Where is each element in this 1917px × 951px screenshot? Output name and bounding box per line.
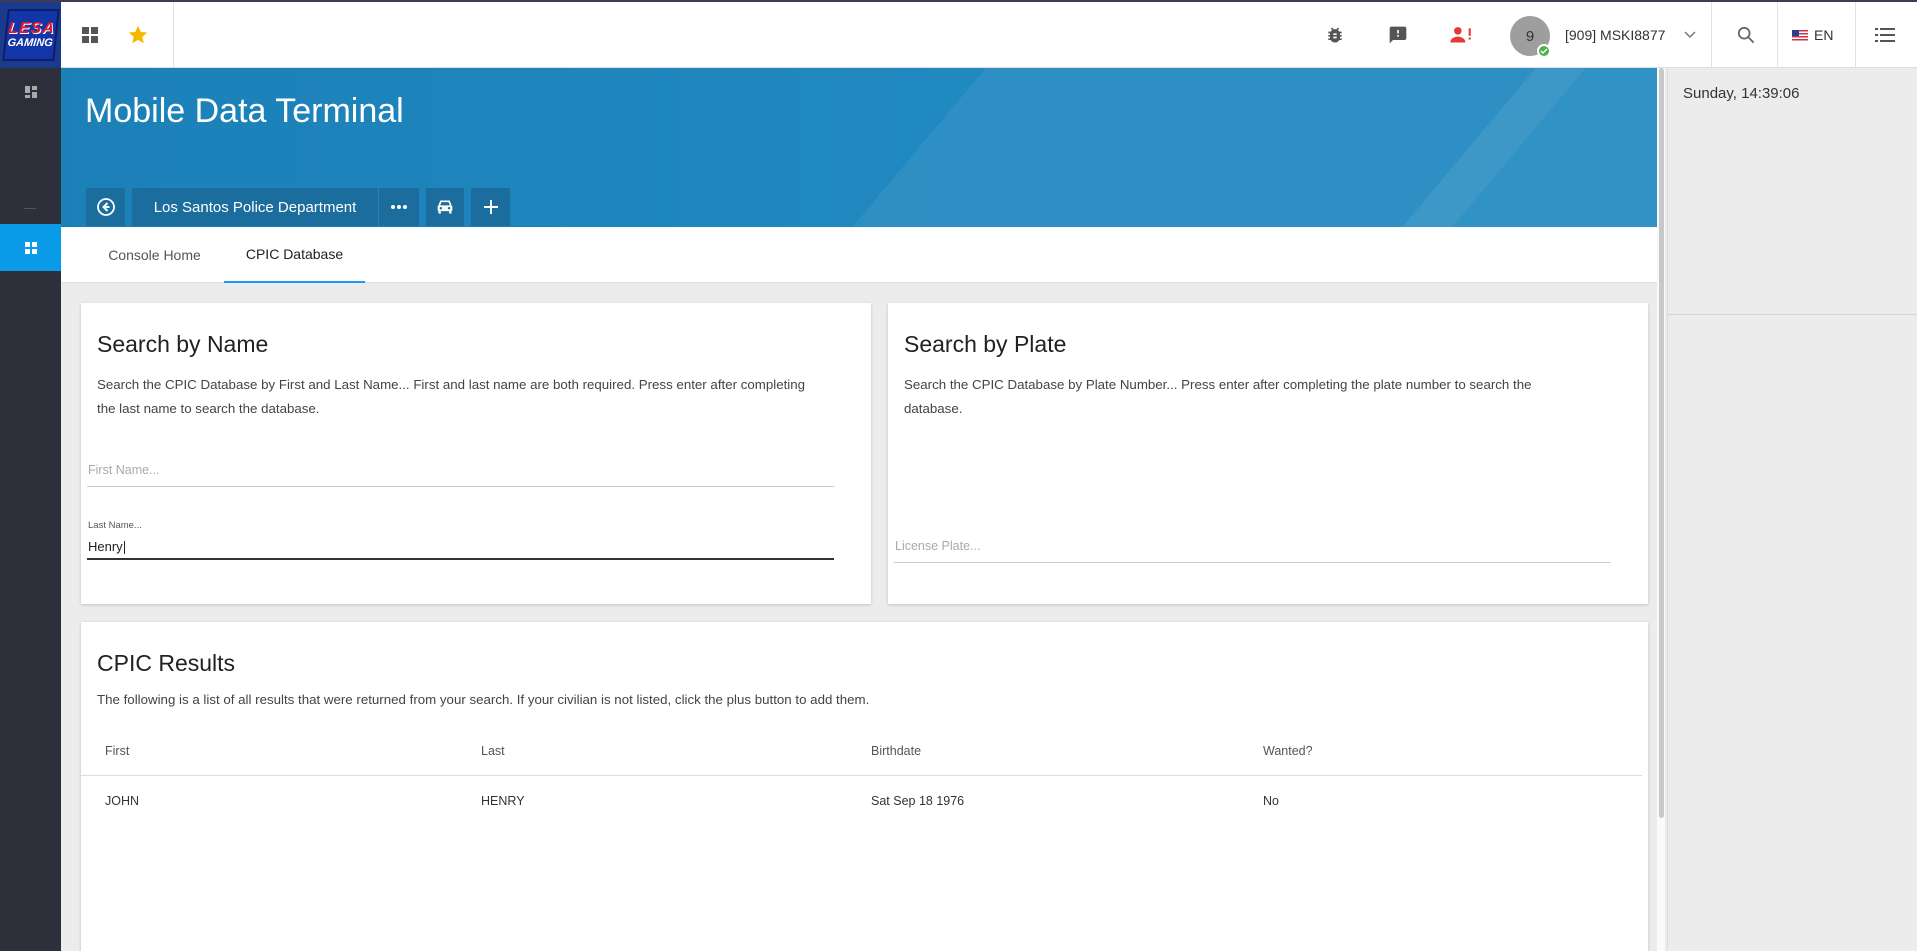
search-by-plate-description: Search the CPIC Database by Plate Number… — [904, 373, 1532, 421]
bug-icon — [1328, 27, 1342, 43]
car-icon — [437, 200, 453, 214]
back-circle-icon — [96, 198, 115, 216]
last-name-field[interactable]: Last Name... Henry — [81, 517, 871, 567]
search-icon — [1737, 26, 1755, 44]
online-status-icon — [1537, 44, 1551, 58]
department-toolbar: Los Santos Police Department — [86, 188, 510, 226]
tab-bar: Console Home CPIC Database — [61, 227, 1665, 283]
description-line: the last name to search the database. — [97, 401, 320, 416]
plus-icon — [483, 200, 498, 214]
page-banner: Mobile Data Terminal Los Santos Police D… — [61, 68, 1665, 227]
search-by-plate-card: Search by Plate Search the CPIC Database… — [888, 303, 1648, 604]
list-menu-button[interactable] — [1870, 2, 1900, 68]
description-line: Search the CPIC Database by First and La… — [97, 377, 806, 392]
license-plate-underline — [894, 562, 1611, 563]
cell-wanted: No — [1263, 794, 1279, 808]
cpic-results-title: CPIC Results — [97, 650, 236, 676]
logo-text-line1: LESA — [6, 20, 56, 37]
tab-cpic-database[interactable]: CPIC Database — [224, 227, 365, 283]
topbar-divider — [1711, 2, 1712, 68]
topbar-divider — [1777, 2, 1778, 68]
description-line: Search the CPIC Database by Plate Number… — [904, 377, 1532, 392]
sidebar-divider — [24, 208, 36, 209]
department-selector[interactable]: Los Santos Police Department — [132, 188, 379, 226]
feedback-button[interactable] — [1383, 2, 1413, 68]
cpic-results-card: CPIC Results The following is a list of … — [81, 622, 1648, 951]
star-icon — [128, 25, 148, 44]
favorites-button[interactable] — [123, 2, 153, 68]
user-menu-toggle[interactable] — [1680, 2, 1700, 68]
last-name-value: Henry — [88, 539, 123, 554]
more-options-button[interactable] — [379, 188, 419, 226]
sidebar — [0, 68, 61, 951]
lesa-gaming-logo[interactable]: LESA GAMING — [0, 2, 61, 68]
license-plate-placeholder: License Plate... — [895, 539, 981, 553]
column-header-wanted[interactable]: Wanted? — [1263, 744, 1313, 758]
department-group: Los Santos Police Department — [132, 188, 419, 226]
add-button[interactable] — [471, 188, 510, 226]
apps-icon — [82, 27, 98, 43]
feedback-icon — [1389, 26, 1407, 44]
cell-first: JOHN — [105, 794, 140, 808]
page-title: Mobile Data Terminal — [85, 92, 404, 130]
vehicle-button[interactable] — [426, 188, 464, 226]
last-name-label: Last Name... — [88, 520, 142, 531]
first-name-placeholder: First Name... — [88, 463, 160, 477]
column-header-first[interactable]: First — [105, 744, 129, 758]
topbar-divider — [1855, 2, 1856, 68]
language-label: EN — [1814, 27, 1834, 43]
top-bar: LESA GAMING 9 [909] MSKI8877 EN — [0, 2, 1917, 68]
sidebar-item-dashboard[interactable] — [0, 68, 61, 115]
search-button[interactable] — [1731, 2, 1761, 68]
bug-report-button[interactable] — [1320, 2, 1350, 68]
topbar-divider — [173, 2, 174, 68]
grid-icon — [24, 241, 37, 254]
tab-console-home[interactable]: Console Home — [92, 227, 217, 283]
more-horizontal-icon — [391, 205, 407, 209]
language-selector[interactable]: EN — [1792, 27, 1833, 43]
current-datetime: Sunday, 14:39:06 — [1683, 85, 1800, 102]
search-by-name-description: Search the CPIC Database by First and La… — [97, 373, 805, 421]
user-name[interactable]: [909] MSKI8877 — [1565, 27, 1665, 43]
back-button[interactable] — [86, 188, 125, 226]
person-alert-icon — [1450, 27, 1471, 43]
right-panel — [1667, 68, 1917, 951]
cell-birthdate: Sat Sep 18 1976 — [871, 794, 965, 808]
main-scrollbar-thumb[interactable] — [1659, 68, 1664, 818]
results-table-header: First Last Birthdate Wanted? — [81, 730, 1642, 776]
search-by-plate-title: Search by Plate — [904, 331, 1067, 357]
cpic-results-description: The following is a list of all results t… — [97, 692, 870, 707]
dashboard-icon — [24, 85, 37, 98]
search-by-name-card: Search by Name Search the CPIC Database … — [81, 303, 871, 604]
description-line: database. — [904, 401, 963, 416]
apps-button[interactable] — [75, 2, 105, 68]
person-alert-button[interactable] — [1445, 2, 1479, 68]
first-name-underline — [87, 486, 834, 487]
search-by-name-title: Search by Name — [97, 331, 269, 357]
last-name-underline — [87, 558, 834, 560]
license-plate-field[interactable]: License Plate... — [888, 529, 1648, 569]
last-name-input[interactable]: Henry — [88, 539, 125, 555]
first-name-field[interactable]: First Name... — [81, 453, 871, 493]
column-header-birthdate[interactable]: Birthdate — [871, 744, 921, 758]
sidebar-item-mdt[interactable] — [0, 224, 61, 271]
logo-text-line2: GAMING — [6, 37, 53, 49]
table-row[interactable]: JOHN HENRY Sat Sep 18 1976 No — [81, 777, 1642, 827]
list-icon — [1875, 28, 1895, 42]
chevron-down-icon — [1684, 31, 1696, 39]
right-panel-divider — [1667, 314, 1917, 315]
flag-us-icon — [1792, 29, 1808, 41]
column-header-last[interactable]: Last — [481, 744, 505, 758]
cell-last: HENRY — [481, 794, 525, 808]
